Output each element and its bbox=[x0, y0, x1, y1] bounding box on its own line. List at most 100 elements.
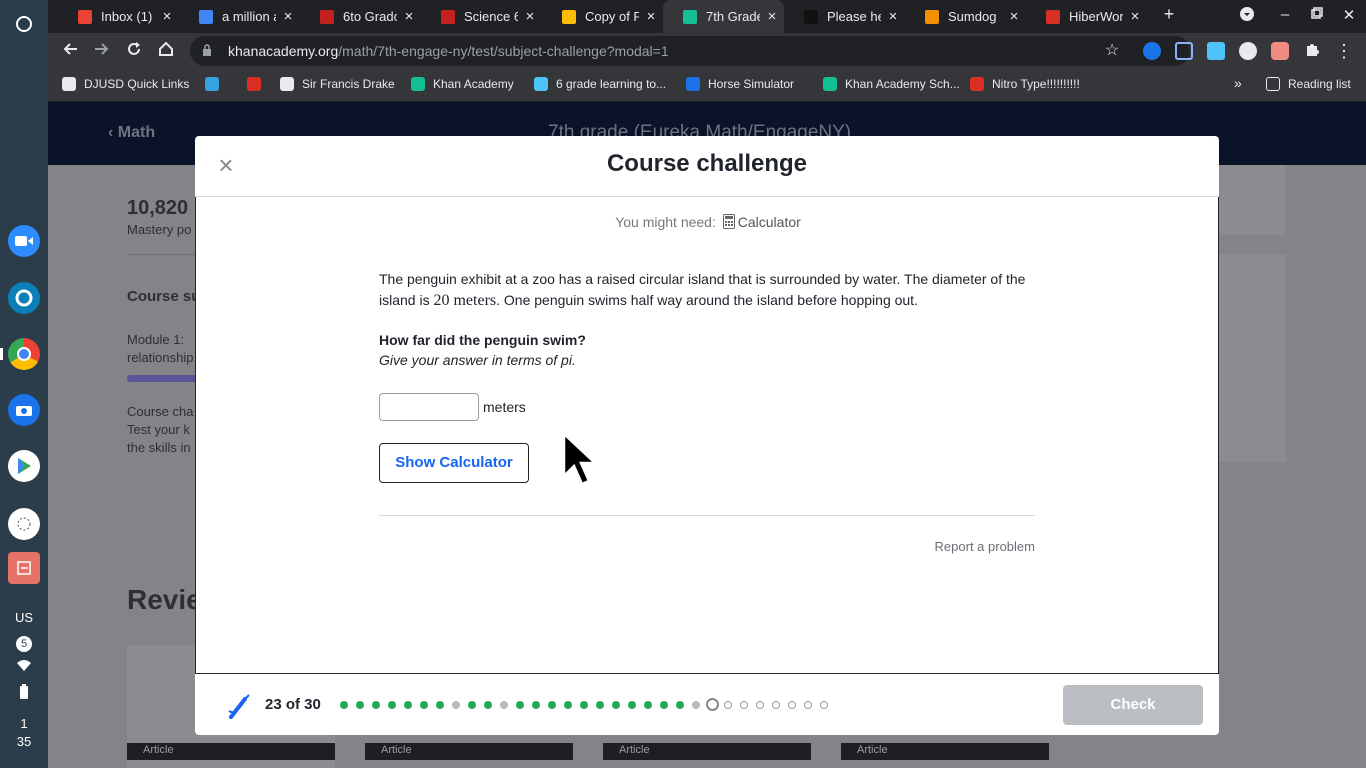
mastery-points: 10,820 bbox=[127, 197, 189, 219]
reload-button[interactable] bbox=[122, 39, 146, 63]
bookmark-item[interactable]: 6 grade learning to... bbox=[534, 77, 666, 91]
bookmark-item[interactable]: Nitro Type!!!!!!!!!! bbox=[970, 77, 1080, 91]
reading-list-button[interactable]: Reading list bbox=[1266, 77, 1351, 91]
new-tab-button[interactable]: + bbox=[1158, 4, 1180, 25]
tab-title: Inbox (1) - bbox=[101, 9, 155, 24]
browser-toolbar: khanacademy.org/math/7th-engage-ny/test/… bbox=[48, 33, 1366, 69]
bookmark-item[interactable] bbox=[247, 77, 269, 91]
tab-title: a million a bbox=[222, 9, 276, 24]
report-problem-link[interactable]: Report a problem bbox=[896, 539, 1035, 554]
tab-close-icon[interactable]: × bbox=[639, 8, 663, 25]
progress-dot-todo bbox=[772, 701, 780, 709]
browser-tab[interactable]: Inbox (1) - × bbox=[58, 0, 179, 33]
tab-close-icon[interactable]: × bbox=[881, 8, 905, 25]
exit-app-icon[interactable] bbox=[8, 552, 40, 584]
check-button[interactable]: Check bbox=[1063, 685, 1203, 725]
progress-dot-todo bbox=[820, 701, 828, 709]
progress-dot-current bbox=[706, 698, 719, 711]
bookmark-item[interactable]: Khan Academy Sch... bbox=[823, 77, 960, 91]
bookmark-item[interactable]: DJUSD Quick Links bbox=[62, 77, 189, 91]
bookmarks-overflow-icon[interactable]: » bbox=[1234, 75, 1242, 91]
progress-dot-correct bbox=[388, 701, 396, 709]
bookmark-favicon-icon bbox=[247, 77, 261, 91]
progress-dot-correct bbox=[628, 701, 636, 709]
webex-app-icon[interactable] bbox=[8, 282, 40, 314]
locale-indicator[interactable]: US bbox=[0, 610, 48, 625]
browser-tab[interactable]: Please hel× bbox=[784, 0, 905, 33]
bookmark-star-icon[interactable]: ☆ bbox=[1100, 39, 1124, 63]
extension-c-icon[interactable] bbox=[1143, 42, 1161, 60]
answer-input[interactable] bbox=[379, 393, 479, 421]
tab-title: Please hel bbox=[827, 9, 881, 24]
bookmark-item[interactable]: Khan Academy bbox=[411, 77, 514, 91]
camera-app-icon[interactable] bbox=[8, 394, 40, 426]
home-button[interactable] bbox=[154, 39, 178, 63]
notification-badge[interactable]: 5 bbox=[0, 635, 48, 652]
course-challenge-label: Course cha bbox=[127, 404, 194, 419]
play-store-icon[interactable] bbox=[8, 450, 40, 482]
course-challenge-modal: × Course challenge You might need: Calcu… bbox=[195, 136, 1219, 735]
browser-tab[interactable]: 6to Grado × bbox=[300, 0, 421, 33]
bookmark-item[interactable] bbox=[205, 77, 227, 91]
tab-strip: Inbox (1) - × a million a × 6to Grado × Scienc… bbox=[48, 0, 1366, 33]
article-label-3: Article bbox=[619, 744, 650, 756]
url-text[interactable]: khanacademy.org/math/7th-engage-ny/test/… bbox=[228, 43, 669, 59]
menu-kebab-icon[interactable]: ⋮ bbox=[1332, 39, 1356, 63]
module-1: Module 1: bbox=[127, 332, 185, 347]
puzzle-extensions-icon[interactable] bbox=[1300, 39, 1324, 63]
close-window-button[interactable]: ✕ bbox=[1338, 6, 1360, 24]
content-divider bbox=[379, 515, 1035, 516]
app-circle-icon[interactable] bbox=[8, 508, 40, 540]
circle-extension-icon[interactable] bbox=[1239, 42, 1257, 60]
tab-close-icon[interactable]: × bbox=[1123, 8, 1147, 25]
bookmark-favicon-icon bbox=[411, 77, 425, 91]
bookmark-favicon-icon bbox=[280, 77, 294, 91]
clock-hour[interactable]: 1 bbox=[0, 716, 48, 731]
chrome-app-icon[interactable] bbox=[8, 338, 40, 370]
battery-icon[interactable] bbox=[0, 684, 48, 703]
clock-minute[interactable]: 35 bbox=[0, 734, 48, 749]
wifi-icon[interactable] bbox=[0, 658, 48, 675]
bookmark-item[interactable]: Horse Simulator bbox=[686, 77, 794, 91]
restore-button[interactable] bbox=[1306, 6, 1328, 23]
progress-dot-correct bbox=[676, 701, 684, 709]
tab-close-icon[interactable]: × bbox=[276, 8, 300, 25]
browser-tab[interactable]: HiberWorl × bbox=[1026, 0, 1147, 33]
show-calculator-button[interactable]: Show Calculator bbox=[379, 443, 529, 483]
browser-tab[interactable]: 7th Grade × bbox=[663, 0, 784, 33]
url-domain: khanacademy.org bbox=[228, 43, 339, 59]
lock-icon[interactable] bbox=[202, 43, 212, 59]
bookmarks-bar: DJUSD Quick Links Sir Francis Drake Khan A… bbox=[48, 69, 1366, 102]
progress-dot-correct bbox=[372, 701, 380, 709]
tab-close-icon[interactable]: × bbox=[397, 8, 421, 25]
calculator-tool-link[interactable]: Calculator bbox=[720, 214, 801, 230]
progress-dot-correct bbox=[516, 701, 524, 709]
browser-tab[interactable]: a million a × bbox=[179, 0, 300, 33]
tab-close-icon[interactable]: × bbox=[518, 8, 542, 25]
minimize-button[interactable]: – bbox=[1274, 6, 1296, 23]
forward-button[interactable] bbox=[90, 39, 114, 63]
tab-search-button[interactable] bbox=[1236, 6, 1258, 26]
address-bar[interactable]: khanacademy.org/math/7th-engage-ny/test/… bbox=[190, 36, 1190, 66]
tab-close-icon[interactable]: × bbox=[1002, 8, 1026, 25]
module-progress-bar bbox=[127, 375, 197, 382]
browser-tab[interactable]: Copy of P × bbox=[542, 0, 663, 33]
vpn-extension-icon[interactable] bbox=[1207, 42, 1225, 60]
tab-close-icon[interactable]: × bbox=[760, 8, 784, 25]
side-box bbox=[1218, 165, 1286, 235]
browser-tab[interactable]: Sumdog × bbox=[905, 0, 1026, 33]
record-extension-icon[interactable] bbox=[1271, 42, 1289, 60]
bookmark-item[interactable]: Sir Francis Drake bbox=[280, 77, 395, 91]
back-button[interactable] bbox=[58, 39, 82, 63]
calculator-tool-label: Calculator bbox=[737, 214, 801, 230]
tab-favicon-icon bbox=[683, 9, 697, 24]
progress-dot-correct bbox=[564, 701, 572, 709]
article-label-1: Article bbox=[143, 744, 174, 756]
bookmark-label: Sir Francis Drake bbox=[302, 77, 395, 91]
tab-close-icon[interactable]: × bbox=[155, 8, 179, 25]
zoom-app-icon[interactable] bbox=[8, 225, 40, 257]
launcher-icon[interactable] bbox=[8, 8, 40, 40]
shield-extension-icon[interactable] bbox=[1175, 42, 1193, 60]
browser-tab[interactable]: Science 6-× bbox=[421, 0, 542, 33]
mastery-label: Mastery po bbox=[127, 222, 192, 237]
